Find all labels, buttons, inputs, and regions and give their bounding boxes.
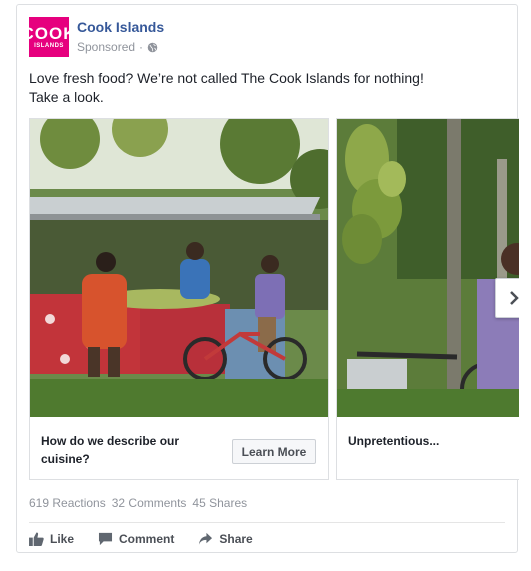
- card-image-bananas[interactable]: [337, 119, 519, 417]
- share-button[interactable]: Share: [198, 532, 253, 546]
- globe-icon[interactable]: [147, 42, 158, 53]
- sponsored-label[interactable]: Sponsored: [77, 40, 135, 54]
- post-text-line: Take a look.: [29, 89, 104, 105]
- post-text: Love fresh food? We’re not called The Co…: [29, 69, 499, 107]
- post-meta: Sponsored ·: [77, 40, 158, 54]
- reactions-count[interactable]: 619 Reactions: [29, 496, 106, 510]
- like-button[interactable]: Like: [29, 532, 74, 546]
- chevron-right-icon: [510, 291, 519, 305]
- carousel-card[interactable]: How do we describe our cuisine? Learn Mo…: [29, 118, 329, 480]
- page-logo[interactable]: COOK ISLANDS: [22, 17, 76, 57]
- like-label: Like: [50, 532, 75, 546]
- card-title[interactable]: How do we describe our cuisine?: [41, 432, 211, 468]
- share-label: Share: [219, 532, 253, 546]
- page-name-link[interactable]: Cook Islands: [77, 19, 164, 35]
- thumbs-up-icon: [29, 532, 44, 546]
- post-text-line: Love fresh food? We’re not called The Co…: [29, 70, 424, 86]
- comment-button[interactable]: Comment: [98, 532, 174, 546]
- share-icon: [199, 532, 213, 545]
- comment-icon: [98, 532, 113, 546]
- engagement-counts: 619 Reactions 32 Comments 45 Shares: [29, 496, 247, 510]
- card-title[interactable]: Unpretentious...: [348, 432, 518, 450]
- shares-count[interactable]: 45 Shares: [192, 496, 247, 510]
- separator: ·: [139, 40, 144, 54]
- comment-label: Comment: [119, 532, 175, 546]
- learn-more-button[interactable]: Learn More: [232, 439, 316, 464]
- carousel: How do we describe our cuisine? Learn Mo…: [29, 118, 519, 480]
- post-actions: Like Comment Share: [29, 528, 277, 550]
- post-header: COOK ISLANDS Cook Islands Sponsored ·: [22, 17, 499, 59]
- sponsored-post: COOK ISLANDS Cook Islands Sponsored · Lo…: [16, 4, 519, 553]
- card-image-market-stall[interactable]: [30, 119, 328, 417]
- carousel-next-button[interactable]: [495, 278, 519, 318]
- comments-count[interactable]: 32 Comments: [112, 496, 187, 510]
- divider: [29, 522, 505, 523]
- carousel-card[interactable]: Unpretentious...: [336, 118, 519, 480]
